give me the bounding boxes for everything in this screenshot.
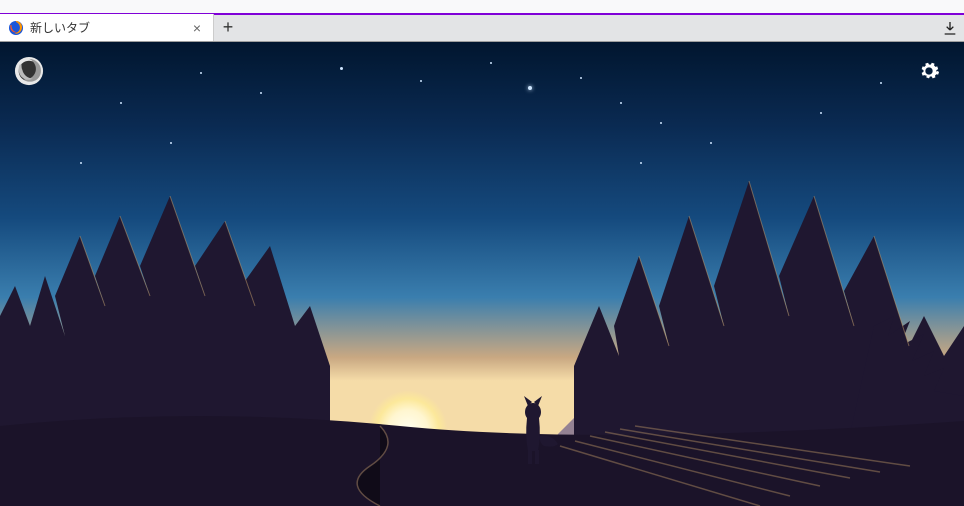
tab-title: 新しいタブ <box>30 19 183 36</box>
main-toolbar: URL または検索語句を入力します ← → 検索 <box>0 0 964 13</box>
customize-gear-button[interactable] <box>918 60 940 82</box>
tab-strip: 新しいタブ × + <box>0 13 964 42</box>
new-tab-button[interactable]: + <box>214 14 242 41</box>
downloads-button[interactable] <box>936 14 964 41</box>
tab-close-button[interactable]: × <box>189 20 205 36</box>
firefox-favicon-icon <box>8 20 24 36</box>
firefox-logo-icon[interactable] <box>14 56 44 86</box>
tab-active[interactable]: 新しいタブ × <box>0 14 214 41</box>
fox-decoration <box>510 396 560 466</box>
foreground-decoration <box>0 396 964 506</box>
new-tab-page <box>0 42 964 506</box>
